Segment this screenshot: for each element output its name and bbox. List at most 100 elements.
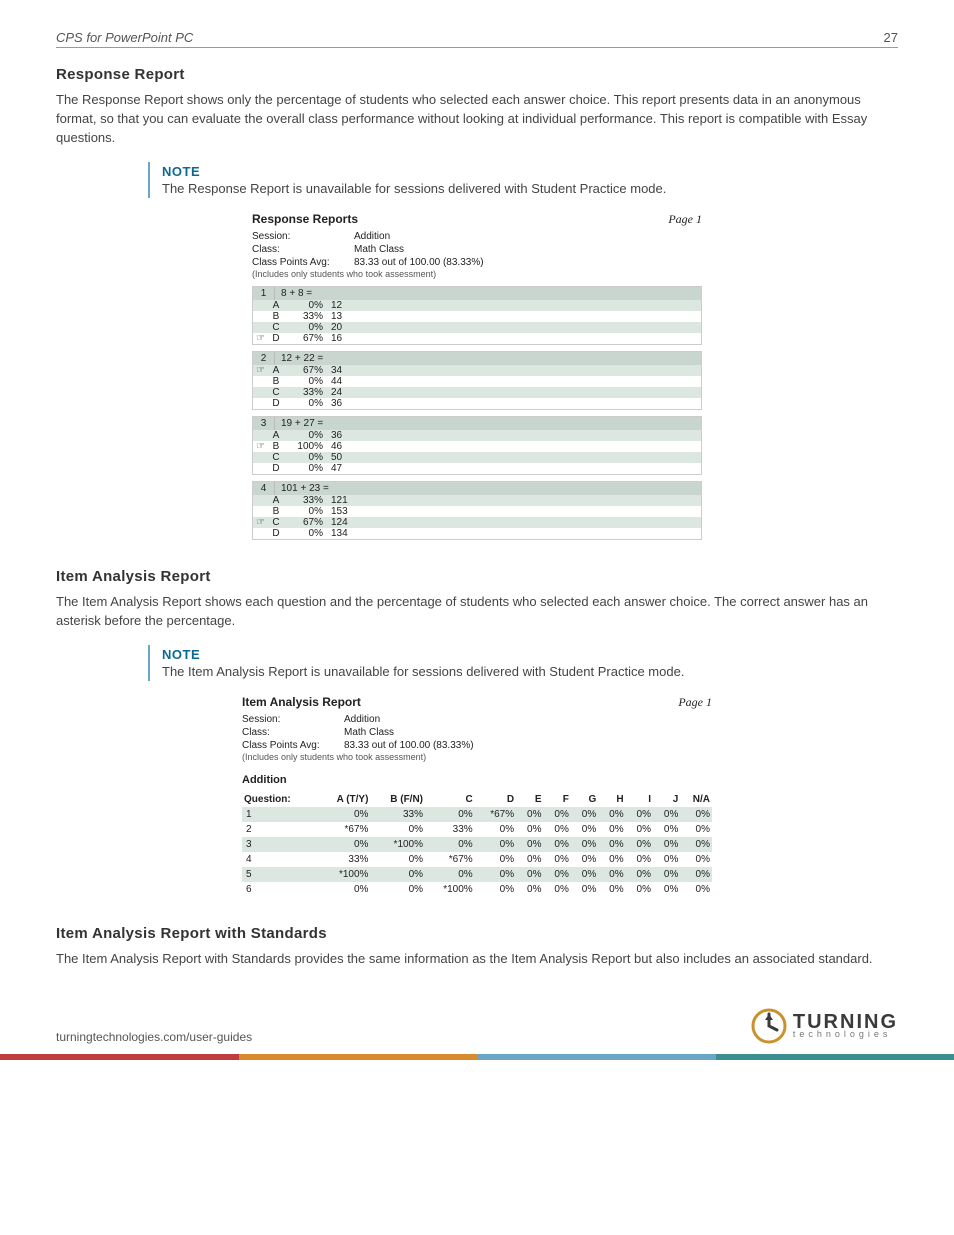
option-letter: B xyxy=(267,506,285,517)
table-cell: 0% xyxy=(680,852,712,867)
option-letter: A xyxy=(267,300,285,311)
option-letter: D xyxy=(267,463,285,474)
table-cell: *100% xyxy=(370,837,425,852)
table-cell: 0% xyxy=(475,882,516,897)
answer-option: D0%134 xyxy=(253,528,701,539)
table-row: 2*67%0%33%0%0%0%0%0%0%0%0% xyxy=(242,822,712,837)
response-report-figure: Response Reports Page 1 Session:Addition… xyxy=(252,212,702,541)
turning-logo: TURNING technologies xyxy=(751,1008,898,1044)
response-report-body: The Response Report shows only the perce… xyxy=(56,91,898,148)
note-label-2: NOTE xyxy=(162,647,898,662)
correct-marker: ☞ xyxy=(253,441,267,452)
answer-option: D0%36 xyxy=(253,398,701,409)
table-cell: *67% xyxy=(317,822,370,837)
option-value: 44 xyxy=(327,376,342,387)
table-column-header: I xyxy=(626,792,653,807)
item-analysis-standards-body: The Item Analysis Report with Standards … xyxy=(56,950,898,969)
item-analysis-heading: Item Analysis Report xyxy=(56,568,898,585)
table-cell: 0% xyxy=(543,822,570,837)
option-letter: B xyxy=(267,441,285,452)
table-cell: 0% xyxy=(516,882,543,897)
fig1-meta: Session:Addition Class:Math Class Class … xyxy=(252,230,702,281)
option-percent: 0% xyxy=(285,376,327,387)
table-cell: 0% xyxy=(516,852,543,867)
table-row: 433%0%*67%0%0%0%0%0%0%0%0% xyxy=(242,852,712,867)
answer-option: A0%36 xyxy=(253,430,701,441)
item-analysis-table: Question:A (T/Y)B (F/N)CDEFGHIJN/A 10%33… xyxy=(242,792,712,897)
table-column-header: E xyxy=(516,792,543,807)
table-row: 60%0%*100%0%0%0%0%0%0%0%0% xyxy=(242,882,712,897)
table-cell: 0% xyxy=(571,867,598,882)
option-letter: C xyxy=(267,452,285,463)
question-text: 12 + 22 = xyxy=(275,352,329,365)
table-cell: 0% xyxy=(653,822,680,837)
option-letter: D xyxy=(267,398,285,409)
table-cell: 0% xyxy=(571,837,598,852)
table-row: 10%33%0%*67%0%0%0%0%0%0%0% xyxy=(242,807,712,822)
table-cell: 0% xyxy=(680,807,712,822)
footer-color-bars xyxy=(0,1054,954,1060)
option-percent: 67% xyxy=(285,333,327,344)
option-letter: C xyxy=(267,517,285,528)
table-cell: 0% xyxy=(598,822,625,837)
option-letter: C xyxy=(267,387,285,398)
option-value: 50 xyxy=(327,452,342,463)
table-cell: 0% xyxy=(598,837,625,852)
table-column-header: A (T/Y) xyxy=(317,792,370,807)
table-cell: 0% xyxy=(653,867,680,882)
table-cell: 0% xyxy=(543,852,570,867)
table-cell: 0% xyxy=(571,852,598,867)
question-text: 8 + 8 = xyxy=(275,287,318,300)
table-cell: 0% xyxy=(626,822,653,837)
option-letter: D xyxy=(267,333,285,344)
option-percent: 33% xyxy=(285,495,327,506)
table-cell: 0% xyxy=(317,807,370,822)
table-cell: 0% xyxy=(475,837,516,852)
table-column-header: F xyxy=(543,792,570,807)
page-header: CPS for PowerPoint PC 27 xyxy=(56,30,898,48)
table-cell: 0% xyxy=(516,837,543,852)
table-cell: 0% xyxy=(653,837,680,852)
table-cell: 33% xyxy=(425,822,475,837)
fig1-title: Response Reports xyxy=(252,212,358,227)
option-value: 153 xyxy=(327,506,348,517)
correct-marker xyxy=(253,322,267,333)
option-value: 121 xyxy=(327,495,348,506)
answer-option: ☞B100%46 xyxy=(253,441,701,452)
table-cell: 0% xyxy=(598,867,625,882)
header-page-number: 27 xyxy=(884,30,898,45)
fig2-meta: Session:Addition Class:Math Class Class … xyxy=(242,713,712,764)
fig2-section-label: Addition xyxy=(242,774,712,786)
table-cell: *67% xyxy=(425,852,475,867)
option-value: 46 xyxy=(327,441,342,452)
correct-marker xyxy=(253,376,267,387)
table-cell: 0% xyxy=(626,867,653,882)
table-cell: 0% xyxy=(626,837,653,852)
correct-marker xyxy=(253,430,267,441)
question-text: 101 + 23 = xyxy=(275,482,335,495)
table-cell: 0% xyxy=(475,822,516,837)
table-cell: 2 xyxy=(242,822,317,837)
option-letter: C xyxy=(267,322,285,333)
table-cell: 0% xyxy=(516,867,543,882)
table-cell: 0% xyxy=(425,837,475,852)
turning-logo-icon xyxy=(751,1008,787,1044)
question-block: 18 + 8 =A0%12B33%13C0%20☞D67%16 xyxy=(252,286,702,345)
correct-marker xyxy=(253,463,267,474)
table-cell: *100% xyxy=(425,882,475,897)
option-percent: 0% xyxy=(285,452,327,463)
option-value: 47 xyxy=(327,463,342,474)
table-cell: 33% xyxy=(317,852,370,867)
answer-option: D0%47 xyxy=(253,463,701,474)
question-number: 2 xyxy=(253,352,275,365)
table-cell: 0% xyxy=(598,882,625,897)
table-cell: 0% xyxy=(370,852,425,867)
table-column-header: H xyxy=(598,792,625,807)
correct-marker xyxy=(253,495,267,506)
answer-option: B0%153 xyxy=(253,506,701,517)
fig2-page: Page 1 xyxy=(678,695,712,710)
table-cell: 0% xyxy=(516,822,543,837)
question-number: 4 xyxy=(253,482,275,495)
correct-marker xyxy=(253,528,267,539)
option-letter: A xyxy=(267,365,285,376)
